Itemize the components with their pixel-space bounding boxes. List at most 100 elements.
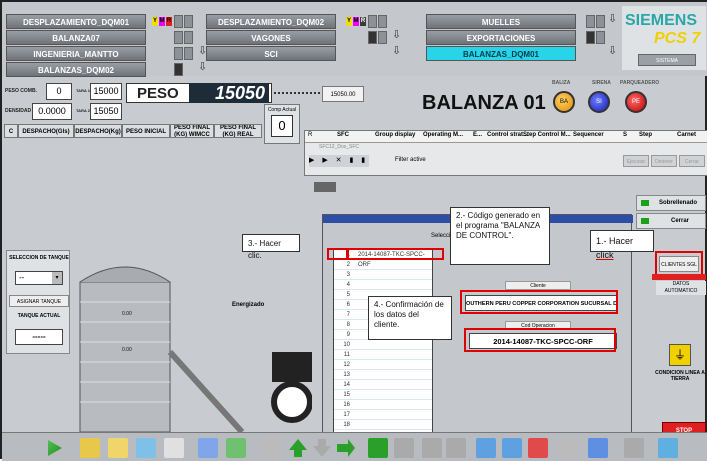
row-number: 11	[343, 352, 350, 358]
db-icon[interactable]	[558, 438, 578, 458]
checkmark-icon[interactable]	[658, 438, 678, 458]
densidad-label: DENSIDAD	[5, 108, 32, 114]
close-doc-icon[interactable]	[528, 438, 548, 458]
arrow-left-icon[interactable]	[260, 438, 280, 458]
folder-icon[interactable]	[108, 438, 128, 458]
lamp-label-baliza: BALIZA	[552, 80, 571, 86]
comp-actual-value: 0	[271, 115, 293, 137]
row-number: 16	[343, 402, 350, 408]
client-list-row[interactable]: 4	[334, 280, 432, 290]
grid-add-icon[interactable]	[226, 438, 246, 458]
comp-actual: Comp Actual 0	[264, 104, 300, 144]
nav-balanzas-dqm02[interactable]: BALANZAS_DQM02	[6, 62, 146, 77]
grid-icon[interactable]	[198, 438, 218, 458]
print-alt-icon[interactable]	[502, 438, 522, 458]
arrow-down-icon[interactable]: ⇩	[608, 44, 617, 57]
nav-balanza07[interactable]: BALANZA07	[6, 30, 146, 45]
nav-square[interactable]	[184, 15, 193, 28]
client-list-row[interactable]: 16	[334, 400, 432, 410]
nav-square[interactable]	[596, 31, 605, 44]
arrow-down-icon[interactable]: ⇩	[608, 12, 617, 25]
nav-desplazamiento-dqm01[interactable]: DESPLAZAMIENTO_DQM01	[6, 14, 146, 29]
client-list-row[interactable]: 2	[334, 260, 432, 270]
row-number: 6	[346, 302, 350, 308]
client-list-row[interactable]: 3	[334, 270, 432, 280]
next-arrow-icon[interactable]	[446, 438, 466, 458]
forward-icon[interactable]	[394, 438, 414, 458]
play-icon[interactable]	[48, 440, 62, 456]
arrow-down-icon[interactable]: ⇩	[392, 44, 401, 57]
sfc-ejecutar-button[interactable]: Ejecutar	[623, 155, 649, 167]
document-icon[interactable]	[136, 438, 156, 458]
sfc-detener-button[interactable]: Detener	[651, 155, 677, 167]
arrow-down-icon[interactable]: ⇩	[198, 44, 207, 57]
nav-square[interactable]	[378, 15, 387, 28]
nav-square[interactable]	[184, 47, 193, 60]
mini-readout: 15050.00	[322, 86, 364, 102]
nav-muelles[interactable]: MUELLES	[426, 14, 576, 29]
datos-automatico-button[interactable]: DATOS AUTOMATICO	[656, 281, 706, 295]
tara2-field: 15050	[90, 103, 122, 120]
nav-vagones[interactable]: VAGONES	[206, 30, 336, 45]
nav-square[interactable]	[368, 15, 377, 28]
peso-comb-field: 0	[46, 83, 72, 100]
nav-square[interactable]	[174, 47, 183, 60]
filter-icon[interactable]	[80, 438, 100, 458]
nav-sci[interactable]: SCI	[206, 46, 336, 61]
indicator-y2: Y	[346, 17, 352, 26]
client-list-row[interactable]: 11	[334, 350, 432, 360]
print-icon[interactable]	[476, 438, 496, 458]
speaker-icon[interactable]	[624, 438, 644, 458]
client-list-row[interactable]: 10	[334, 340, 432, 350]
tank-selection-panel: SELECCION DE TANQUE -- ▾ ASIGNAR TANQUE T…	[6, 250, 70, 354]
nav-square[interactable]	[596, 15, 605, 28]
client-list[interactable]: 1 2014-14087-TKC-SPCC-ORF 2 3 4 5 6 7 8 9 10 11 12 13…	[333, 249, 433, 437]
nav-square[interactable]	[586, 31, 595, 44]
row-number: 7	[346, 312, 350, 318]
sfc-col: Step	[639, 132, 653, 138]
arrow-down-icon[interactable]	[313, 439, 331, 457]
nav-square[interactable]	[184, 31, 193, 44]
nav-square[interactable]	[368, 31, 377, 44]
sistema-button[interactable]: SISTEMA	[638, 54, 696, 66]
sfc-col: Carnet	[677, 132, 697, 138]
densidad-field: 0.0000	[32, 103, 72, 120]
nav-square[interactable]	[174, 31, 183, 44]
nav-square[interactable]	[174, 15, 183, 28]
sobrellenado-button[interactable]: Sobrellenado	[636, 195, 706, 211]
row-number: 3	[346, 272, 350, 278]
chart-icon[interactable]	[164, 438, 184, 458]
arrow-down-icon[interactable]: ⇩	[198, 60, 207, 73]
arrow-up-icon[interactable]	[289, 439, 307, 457]
arrow-down-icon[interactable]: ⇩	[392, 28, 401, 41]
indicator-r: R	[166, 17, 172, 26]
client-list-row[interactable]: 17	[334, 410, 432, 420]
client-list-row[interactable]: 14	[334, 380, 432, 390]
asignar-tanque-button[interactable]: ASIGNAR TANQUE	[9, 295, 69, 307]
nav-balanzas-dqm01[interactable]: BALANZAS_DQM01	[426, 46, 576, 61]
sfc-faceplate: R SFC Group display Operating M... E... …	[304, 130, 707, 176]
clientes-highlight	[655, 251, 703, 276]
nav-exportaciones[interactable]: EXPORTACIONES	[426, 30, 576, 45]
tank-select[interactable]: -- ▾	[15, 271, 63, 285]
sfc-row[interactable]: SFC12_Dos_SFC	[319, 144, 359, 150]
client-list-row[interactable]: 13	[334, 370, 432, 380]
col-peso-inicial: PESO INICIAL (KG)	[122, 124, 170, 138]
nav-square[interactable]	[586, 15, 595, 28]
callout-2-text: 2.- Código generado en el programa "BALA…	[456, 211, 541, 240]
refresh-icon[interactable]	[368, 438, 388, 458]
nav-desplazamiento-dqm02[interactable]: DESPLAZAMIENTO_DQM02	[206, 14, 336, 29]
client-list-row[interactable]: 15	[334, 390, 432, 400]
nav-ingenieria-mantto[interactable]: INGENIERIA_MANTTO	[6, 46, 146, 61]
nav-square[interactable]	[378, 31, 387, 44]
help-icon[interactable]	[588, 438, 608, 458]
nav-square[interactable]	[174, 63, 183, 76]
client-list-row[interactable]: 12	[334, 360, 432, 370]
sfc-cerrar-button[interactable]: Cerrar	[679, 155, 705, 167]
back-arrow-icon[interactable]	[422, 438, 442, 458]
client-list-row[interactable]: 18	[334, 420, 432, 430]
indicator-r2: R	[360, 17, 366, 26]
arrow-right-icon[interactable]	[337, 439, 355, 457]
cerrar-button[interactable]: Cerrar	[636, 213, 706, 229]
parqueadero-lamp-icon: PE	[625, 91, 647, 113]
